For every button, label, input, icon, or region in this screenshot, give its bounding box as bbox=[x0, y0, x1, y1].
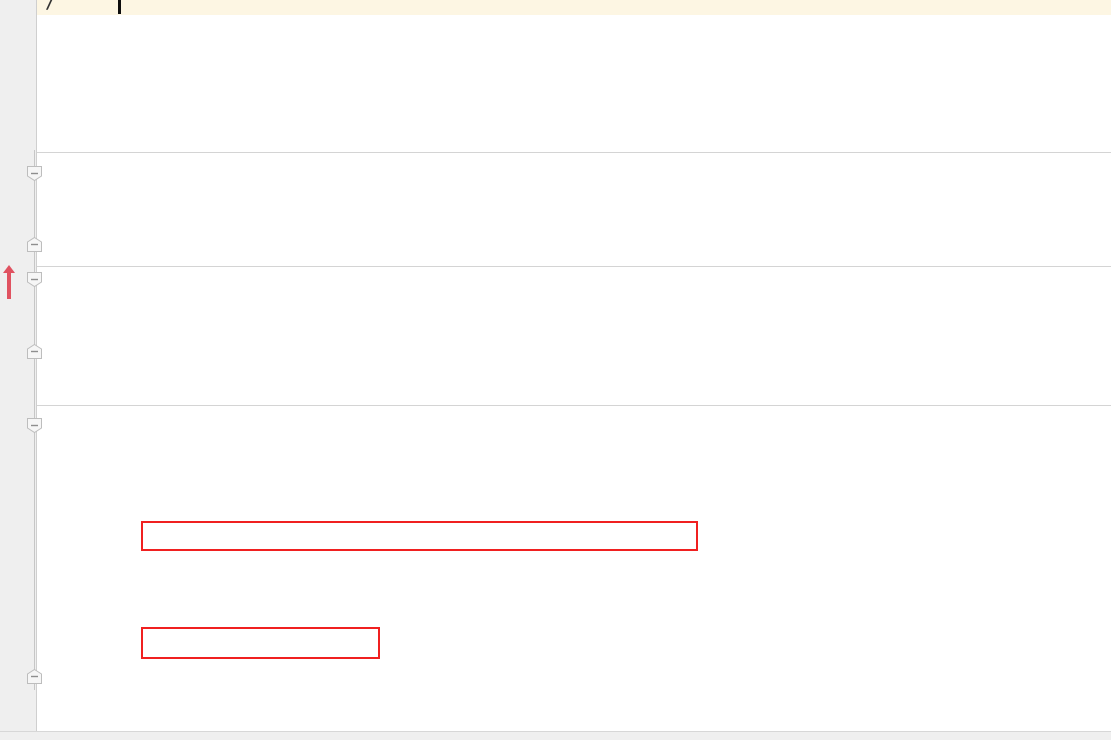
gutter-divider bbox=[36, 0, 37, 732]
text-caret bbox=[118, 0, 121, 14]
run-arrow-up-icon[interactable] bbox=[2, 265, 16, 303]
method-separator bbox=[37, 152, 1111, 153]
partial-line-above: / bbox=[45, 0, 57, 20]
fold-down-icon[interactable] bbox=[26, 417, 43, 434]
code-editor-root: / public class Student extends Person {d… bbox=[0, 0, 1111, 740]
fold-down-icon[interactable] bbox=[26, 271, 43, 288]
fold-down-icon[interactable] bbox=[26, 165, 43, 182]
fold-up-icon[interactable] bbox=[26, 343, 43, 360]
fold-up-icon[interactable] bbox=[26, 668, 43, 685]
code-text-area[interactable] bbox=[37, 0, 1111, 732]
method-separator bbox=[37, 266, 1111, 267]
fold-up-icon[interactable] bbox=[26, 236, 43, 253]
current-line-highlight bbox=[37, 0, 1111, 15]
status-bar bbox=[0, 731, 1111, 740]
editor-gutter[interactable] bbox=[0, 0, 36, 732]
method-separator bbox=[37, 405, 1111, 406]
